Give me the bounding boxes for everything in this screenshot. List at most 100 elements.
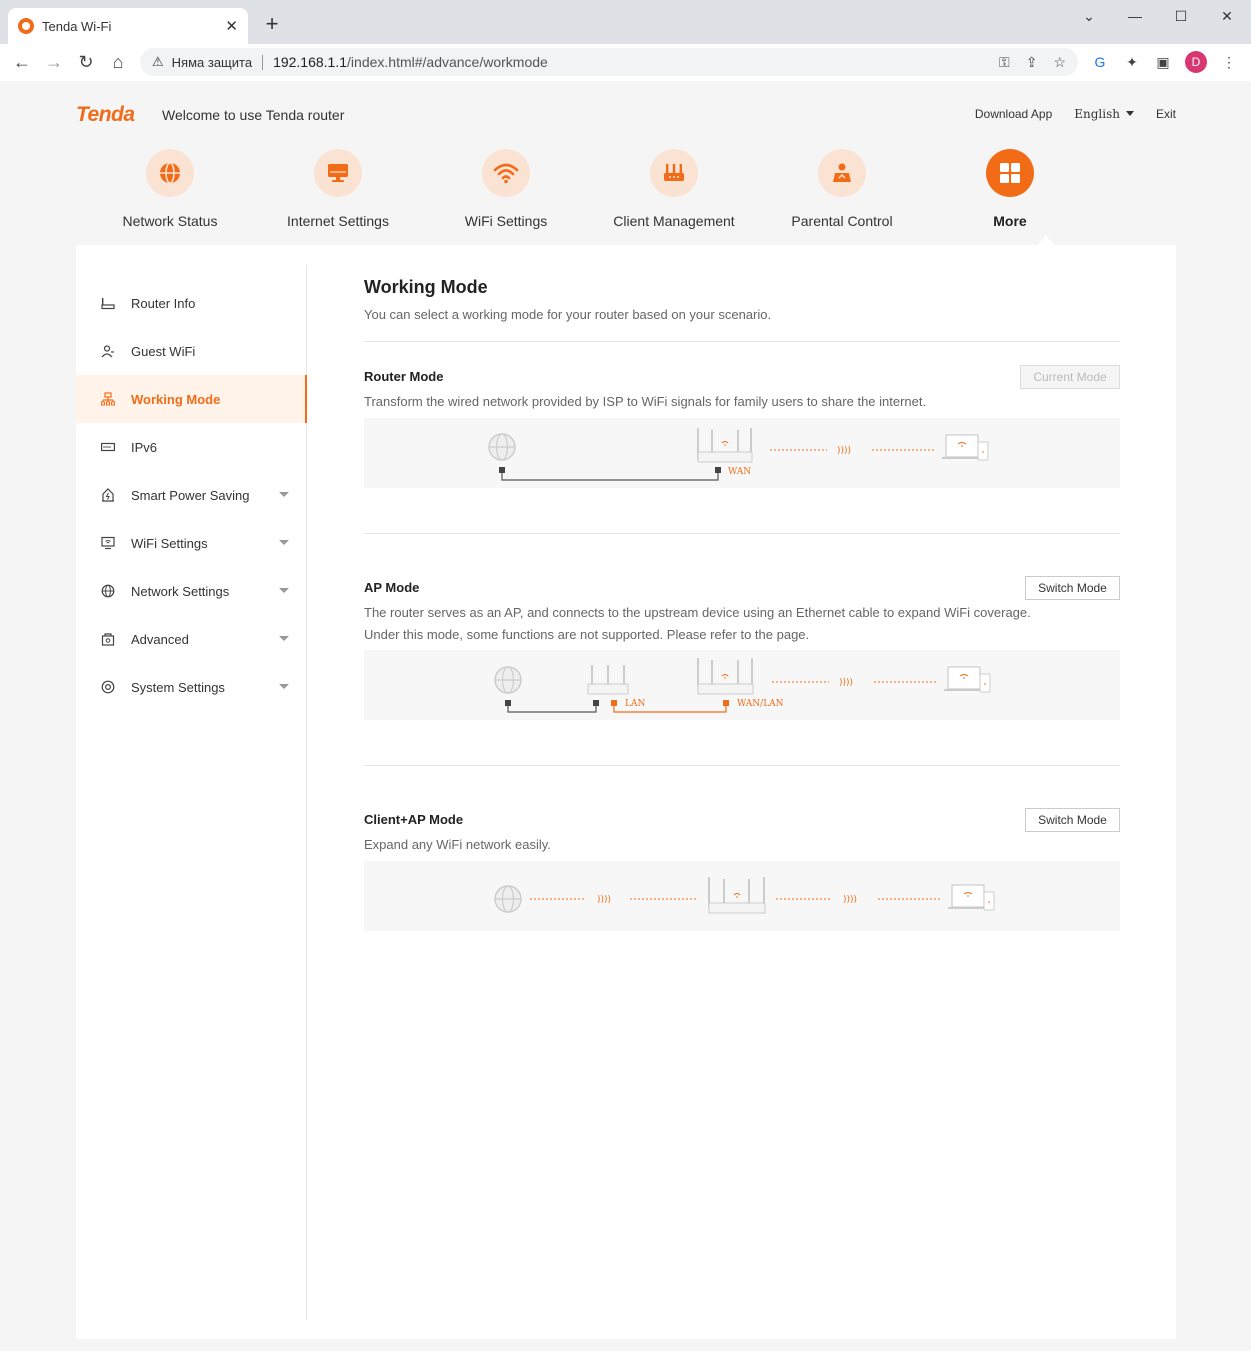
monitor-icon bbox=[314, 149, 362, 197]
side-panel-icon[interactable]: ▣ bbox=[1153, 52, 1173, 72]
parental-icon bbox=[818, 149, 866, 197]
nav-wifi-settings[interactable]: WiFi Settings bbox=[421, 149, 591, 229]
chevron-down-icon bbox=[1125, 111, 1134, 116]
chevron-down-icon bbox=[279, 684, 289, 689]
security-label[interactable]: Няма защита bbox=[172, 54, 264, 70]
nav-label: Parental Control bbox=[791, 213, 893, 229]
router-mode-description: Transform the wired network provided by … bbox=[364, 394, 927, 409]
network-icon bbox=[100, 583, 116, 599]
router-device-icon bbox=[697, 658, 754, 695]
maximize-icon[interactable]: ☐ bbox=[1158, 6, 1204, 26]
translate-icon[interactable]: G bbox=[1090, 52, 1110, 72]
sidebar-item-label: Router Info bbox=[131, 295, 196, 311]
sidebar-item-label: WiFi Settings bbox=[131, 535, 208, 551]
internet-globe-icon bbox=[488, 433, 516, 461]
sidebar-item-guest-wifi[interactable]: Guest WiFi bbox=[76, 327, 307, 375]
sidebar-item-system-settings[interactable]: System Settings bbox=[76, 663, 307, 711]
ap-mode-switch-button[interactable]: Switch Mode bbox=[1025, 576, 1120, 600]
tenda-favicon-icon bbox=[18, 18, 34, 34]
nav-label: Internet Settings bbox=[287, 213, 389, 229]
tenda-logo: Tenda bbox=[76, 103, 135, 126]
ap-mode-description-note: Under this mode, some functions are not … bbox=[364, 627, 810, 642]
close-tab-icon[interactable]: ✕ bbox=[225, 17, 238, 35]
sidebar-item-router-info[interactable]: Router Info bbox=[76, 279, 307, 327]
welcome-text: Welcome to use Tenda router bbox=[162, 107, 345, 123]
nav-client-management[interactable]: Client Management bbox=[589, 149, 759, 229]
forward-icon[interactable]: → bbox=[42, 50, 66, 74]
client-ap-mode-diagram: )))) )))) bbox=[364, 861, 1120, 931]
sidebar-item-label: IPv6 bbox=[131, 439, 158, 455]
browser-chrome: Tenda Wi-Fi ✕ + ⌄ — ☐ ✕ ← → ↻ ⌂ ⚠ Няма з… bbox=[0, 0, 1251, 80]
nav-label: Network Status bbox=[122, 213, 218, 229]
laptop-phone-icon bbox=[942, 434, 989, 461]
svg-text:)))): )))) bbox=[837, 446, 851, 456]
wifi-icon bbox=[482, 149, 530, 197]
home-icon[interactable]: ⌂ bbox=[106, 50, 130, 74]
current-mode-button[interactable]: Current Mode bbox=[1020, 365, 1120, 389]
grid-icon bbox=[986, 149, 1034, 197]
internet-globe-icon bbox=[494, 666, 522, 694]
ap-mode-title: AP Mode bbox=[364, 580, 420, 595]
sidebar-item-advanced[interactable]: Advanced bbox=[76, 615, 307, 663]
nav-network-status[interactable]: Network Status bbox=[85, 149, 255, 229]
sidebar-item-label: Guest WiFi bbox=[131, 343, 196, 359]
nav-more[interactable]: More bbox=[925, 149, 1095, 229]
bookmark-star-icon[interactable]: ☆ bbox=[1053, 54, 1066, 71]
sidebar-item-label: Advanced bbox=[131, 631, 189, 647]
laptop-phone-icon bbox=[948, 884, 995, 911]
address-bar[interactable]: ⚠ Няма защита 192.168.1.1/index.html#/ad… bbox=[140, 48, 1078, 76]
lan-port-label: LAN bbox=[625, 699, 645, 709]
divider bbox=[364, 765, 1120, 766]
power-saving-icon bbox=[100, 487, 116, 503]
chevron-down-icon bbox=[279, 588, 289, 593]
browser-tab[interactable]: Tenda Wi-Fi ✕ bbox=[8, 8, 248, 44]
chevron-down-icon bbox=[279, 492, 289, 497]
exit-link[interactable]: Exit bbox=[1156, 107, 1176, 121]
sidebar-item-smart-power-saving[interactable]: Smart Power Saving bbox=[76, 471, 307, 519]
ipv6-icon bbox=[100, 439, 116, 455]
client-ap-mode-switch-button[interactable]: Switch Mode bbox=[1025, 808, 1120, 832]
profile-avatar[interactable]: D bbox=[1185, 51, 1207, 73]
url-path: /index.html#/advance/workmode bbox=[347, 54, 548, 70]
sidebar-item-label: Network Settings bbox=[131, 583, 230, 599]
url-host: 192.168.1.1 bbox=[273, 54, 348, 70]
router-mode-diagram: WAN )))) bbox=[364, 418, 1120, 488]
sidebar-item-working-mode[interactable]: Working Mode bbox=[76, 375, 307, 423]
router-info-icon bbox=[100, 295, 116, 311]
wan-port-label: WAN bbox=[728, 467, 751, 477]
reload-icon[interactable]: ↻ bbox=[74, 50, 98, 74]
share-icon[interactable]: ⇪ bbox=[1026, 54, 1038, 71]
sidebar-item-label: Smart Power Saving bbox=[131, 487, 250, 503]
sidebar-item-label: System Settings bbox=[131, 679, 225, 695]
minimize-icon[interactable]: — bbox=[1112, 6, 1158, 26]
menu-icon[interactable]: ⋮ bbox=[1219, 52, 1239, 72]
svg-text:)))): )))) bbox=[843, 895, 857, 905]
sidebar-item-network-settings[interactable]: Network Settings bbox=[76, 567, 307, 615]
language-label: English bbox=[1074, 107, 1120, 121]
new-tab-icon[interactable]: + bbox=[258, 10, 286, 38]
sidebar: Router Info Guest WiFi Working Mode IPv6… bbox=[76, 265, 307, 1320]
close-window-icon[interactable]: ✕ bbox=[1204, 6, 1250, 26]
internet-globe-icon bbox=[494, 885, 522, 913]
router-mode-title: Router Mode bbox=[364, 369, 444, 384]
download-app-link[interactable]: Download App bbox=[975, 107, 1052, 121]
nav-internet-settings[interactable]: Internet Settings bbox=[253, 149, 423, 229]
router-device-icon bbox=[708, 877, 766, 914]
language-select[interactable]: English bbox=[1074, 107, 1134, 121]
sidebar-item-wifi-settings[interactable]: WiFi Settings bbox=[76, 519, 307, 567]
warning-icon: ⚠ bbox=[152, 54, 164, 69]
back-icon[interactable]: ← bbox=[10, 50, 34, 74]
page-subtitle: You can select a working mode for your r… bbox=[364, 307, 772, 322]
key-icon[interactable]: ⚿ bbox=[999, 54, 1010, 71]
client-ap-mode-title: Client+AP Mode bbox=[364, 812, 464, 827]
divider bbox=[364, 341, 1120, 342]
nav-parental-control[interactable]: Parental Control bbox=[757, 149, 927, 229]
chevron-down-icon bbox=[279, 636, 289, 641]
tab-search-icon[interactable]: ⌄ bbox=[1066, 6, 1112, 26]
main-panel: Router Info Guest WiFi Working Mode IPv6… bbox=[76, 245, 1176, 1339]
extensions-icon[interactable]: ✦ bbox=[1122, 52, 1142, 72]
top-navigation: Network Status Internet Settings WiFi Se… bbox=[121, 149, 1131, 229]
active-nav-pointer bbox=[1038, 235, 1054, 245]
guest-icon bbox=[100, 343, 116, 359]
sidebar-item-ipv6[interactable]: IPv6 bbox=[76, 423, 307, 471]
